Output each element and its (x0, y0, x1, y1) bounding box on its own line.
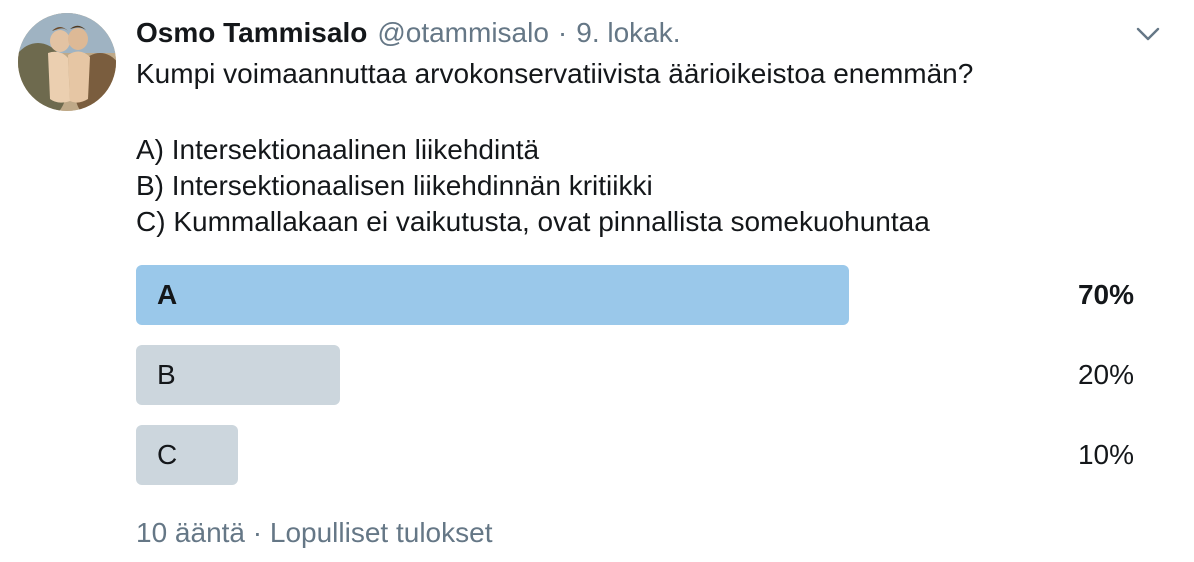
chevron-down-icon[interactable] (1132, 18, 1164, 50)
poll-label-a: A (157, 279, 178, 310)
tweet-option-a-text: A) Intersektionaalinen liikehdintä (136, 134, 540, 165)
poll-percent-a: 70% (1077, 279, 1134, 310)
poll-bar-a (136, 265, 849, 325)
tweet-question: Kumpi voimaannuttaa arvokonservatiivista… (136, 58, 974, 89)
poll: A 70% B 20% C 10% (136, 265, 1136, 505)
tweet-text: Kumpi voimaannuttaa arvokonservatiivista… (136, 56, 1136, 240)
poll-percent-b: 20% (1077, 359, 1134, 390)
poll-vote-count: 10 ääntä (136, 517, 245, 548)
tweet-option-c-text: C) Kummallakaan ei vaikutusta, ovat pinn… (136, 206, 930, 237)
author-name[interactable]: Osmo Tammisalo (136, 14, 367, 52)
header-separator: · (557, 17, 568, 48)
poll-footer: 10 ääntä · Lopulliset tulokset (136, 513, 492, 553)
tweet-header: Osmo Tammisalo @otammisalo · 9. lokak. (136, 14, 1154, 52)
author-handle[interactable]: @otammisalo (377, 14, 549, 52)
poll-label-c: C (157, 439, 178, 470)
tweet-date[interactable]: 9. lokak. (576, 14, 680, 52)
poll-option-a: A 70% (136, 265, 1136, 325)
poll-status: Lopulliset tulokset (269, 517, 493, 548)
poll-footer-separator: · (252, 517, 263, 548)
poll-option-b: B 20% (136, 345, 1136, 405)
poll-bar-c (136, 425, 238, 485)
poll-label-b: B (157, 359, 176, 390)
poll-percent-c: 10% (1077, 439, 1134, 470)
avatar[interactable] (18, 13, 116, 111)
poll-option-c: C 10% (136, 425, 1136, 485)
tweet-option-b-text: B) Intersektionaalisen liikehdinnän krit… (136, 170, 653, 201)
